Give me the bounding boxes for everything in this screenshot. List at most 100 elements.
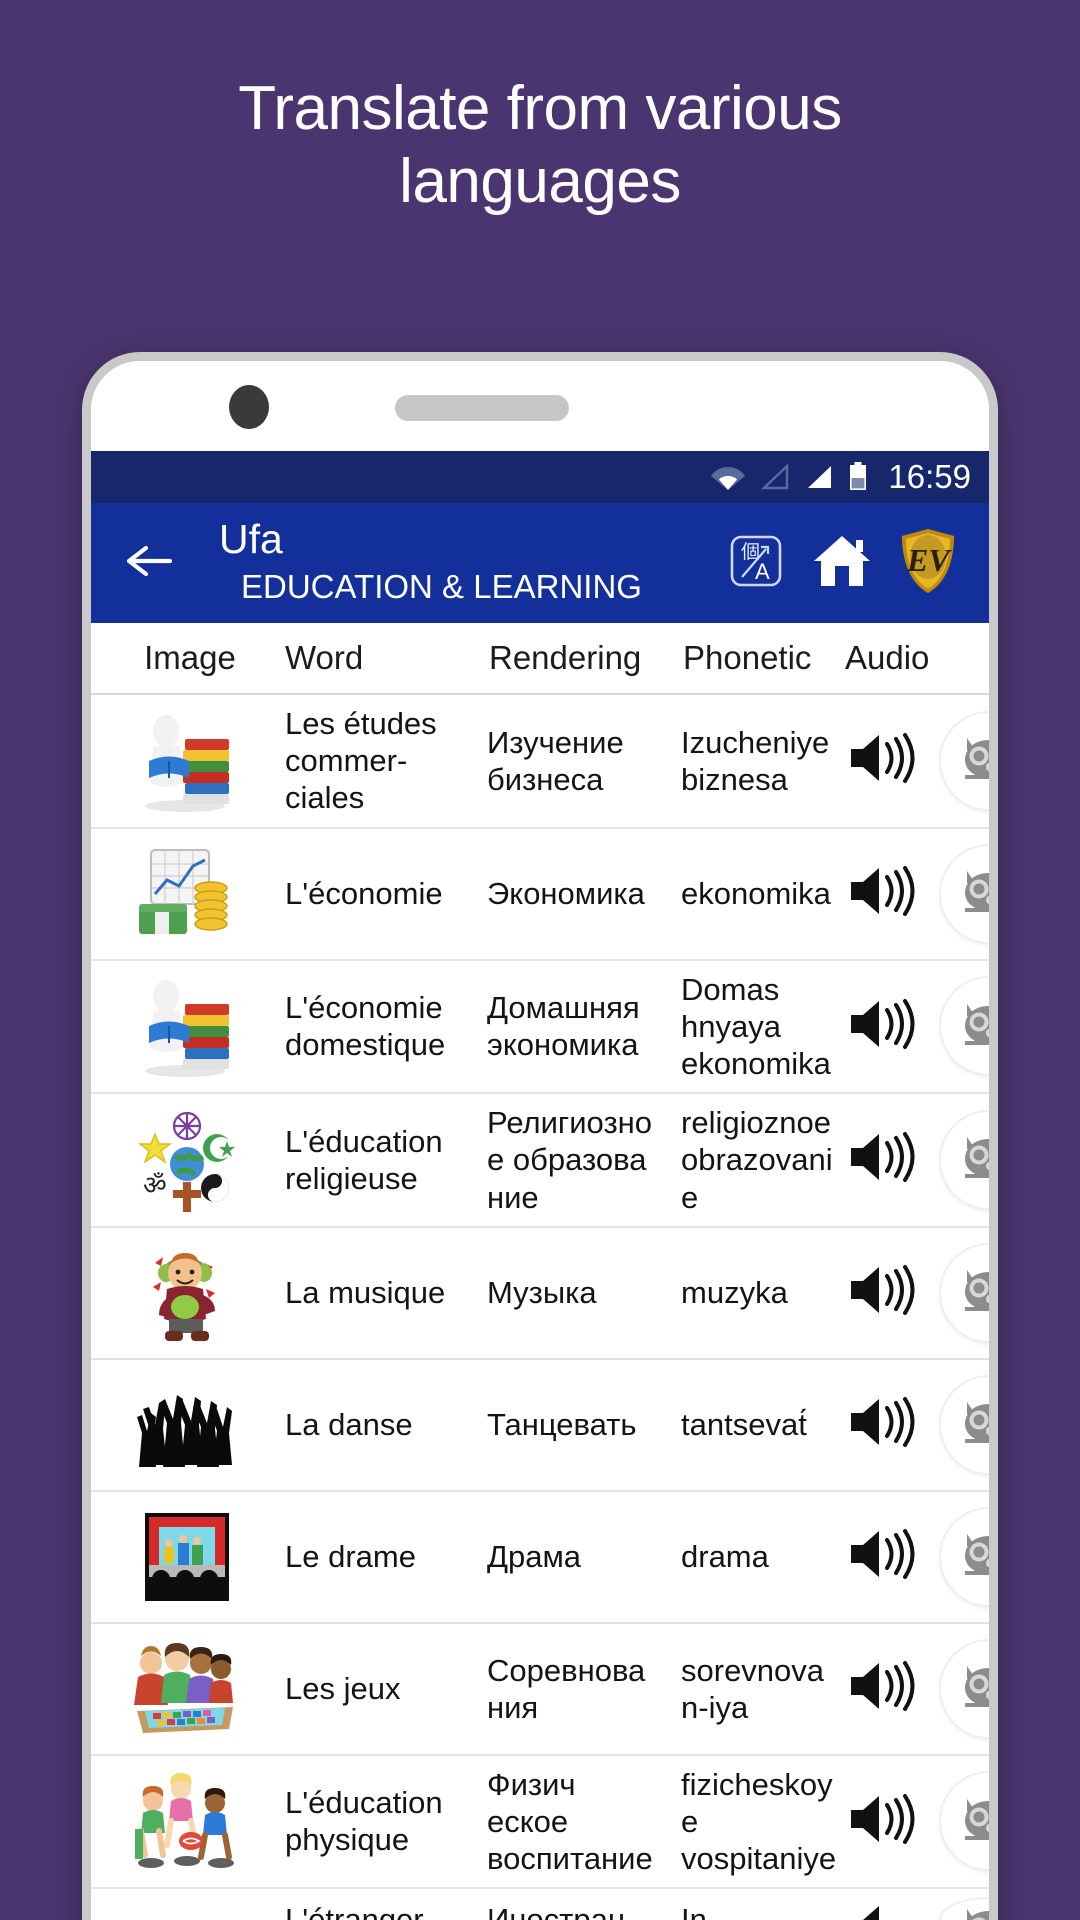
home-icon [811, 532, 873, 595]
phone-screen: 16:59 Ufa EDUCATION & LEARNING 個 A EV Im… [91, 361, 989, 1920]
owl-button-cell[interactable] [941, 845, 989, 942]
play-audio-button[interactable] [841, 861, 941, 926]
table-row[interactable]: Les jeux Соревнова ния sorevnovan-iya [91, 1624, 989, 1756]
table-row[interactable]: La musique Музыка muzyka [91, 1228, 989, 1360]
vocabulary-table: Les études commer-ciales Изучение бизнес… [91, 695, 989, 1920]
cell-word: La danse [285, 1407, 413, 1443]
back-button[interactable] [113, 526, 187, 600]
owl-icon [961, 1795, 989, 1848]
play-audio-button[interactable] [841, 1656, 941, 1721]
dictionary-owl-button[interactable] [941, 1640, 989, 1737]
play-audio-button[interactable] [841, 1127, 941, 1192]
speaker-icon [845, 1524, 917, 1589]
play-audio-button[interactable] [841, 728, 941, 793]
svg-text:EV: EV [906, 542, 952, 578]
speaker-icon [845, 1127, 917, 1192]
play-audio-button[interactable] [841, 1789, 941, 1854]
play-audio-button[interactable] [841, 994, 941, 1059]
cell-rendering: Изучение бизнеса [487, 724, 624, 797]
dictionary-owl-button[interactable] [941, 1508, 989, 1605]
table-row[interactable]: La danse Танцевать tantsevat́ [91, 1360, 989, 1492]
cell-phonetic: sorevnovan-iya [681, 1652, 825, 1725]
person-reading-books-icon [97, 971, 277, 1081]
svg-text:ॐ: ॐ [143, 1171, 167, 1201]
dictionary-owl-button[interactable] [941, 1899, 989, 1920]
table-row[interactable]: L'éducation physique Физич еское воспита… [91, 1756, 989, 1890]
cell-phonetic: ekonomika [681, 875, 831, 911]
cell-word: Les études commer-ciales [285, 706, 437, 816]
cell-word: Les jeux [285, 1671, 401, 1707]
table-row[interactable]: Le drame Драма drama [91, 1492, 989, 1624]
table-row[interactable]: Les études commer-ciales Изучение бизнес… [91, 695, 989, 829]
cell-rendering: Домашняя экономика [487, 990, 640, 1063]
play-audio-button[interactable] [841, 1392, 941, 1457]
table-row[interactable]: ॐ L'éducation religieuse Религиозное обр… [91, 1094, 989, 1228]
owl-icon [961, 1000, 989, 1053]
speaker-icon [845, 1656, 917, 1721]
speaker-icon [845, 1392, 917, 1457]
page-title: Ufa [219, 515, 283, 562]
dictionary-owl-button[interactable] [941, 1376, 989, 1473]
chart-money-coins-icon [97, 839, 277, 949]
dictionary-owl-button[interactable] [941, 978, 989, 1075]
cell-rendering: Танцевать [487, 1407, 637, 1443]
table-row[interactable]: L'économie Экономика ekonomika [91, 829, 989, 961]
owl-button-cell[interactable] [941, 978, 989, 1075]
owl-icon [961, 1530, 989, 1583]
cell-word: La musique [285, 1275, 446, 1311]
owl-icon [961, 867, 989, 920]
play-audio-button[interactable] [841, 1260, 941, 1325]
home-button[interactable] [799, 520, 885, 606]
cell-phonetic: In- [681, 1902, 718, 1920]
owl-button-cell[interactable] [941, 712, 989, 809]
speaker-icon [845, 728, 917, 793]
android-status-bar: 16:59 [91, 451, 989, 503]
owl-button-cell[interactable] [941, 1773, 989, 1870]
children-board-game-icon [97, 1634, 277, 1744]
dictionary-owl-button[interactable] [941, 1244, 989, 1341]
play-audio-button[interactable] [841, 1899, 941, 1920]
owl-button-cell[interactable] [941, 1376, 989, 1473]
owl-button-cell[interactable] [941, 1111, 989, 1208]
cell-word: L'éducation physique [285, 1785, 443, 1858]
back-arrow-icon [124, 541, 176, 586]
dancing-silhouettes-icon [97, 1370, 277, 1480]
cell-word: L'éducation religieuse [285, 1123, 443, 1196]
cell-phonetic: fizicheskoye vospitaniye [681, 1766, 837, 1877]
speaker-icon [845, 861, 917, 926]
cell-rendering: Физич еское воспитание [487, 1766, 653, 1877]
svg-text:A: A [755, 559, 770, 584]
dictionary-owl-button[interactable] [941, 712, 989, 809]
owl-icon [961, 1398, 989, 1451]
column-header-image: Image [144, 639, 236, 676]
owl-icon [961, 1662, 989, 1715]
religion-symbols-globe-icon: ॐ [97, 1105, 277, 1215]
play-audio-button[interactable] [841, 1524, 941, 1589]
cell-rendering: Религиозное образова ние [487, 1105, 653, 1215]
owl-button-cell[interactable] [941, 1899, 989, 1920]
dictionary-owl-button[interactable] [941, 845, 989, 942]
dictionary-owl-button[interactable] [941, 1773, 989, 1870]
signal-full-icon [804, 463, 834, 491]
table-row[interactable]: L'économie domestique Домашняя экономика… [91, 961, 989, 1095]
owl-icon [961, 1133, 989, 1186]
status-bar-time: 16:59 [888, 458, 971, 495]
cell-rendering: Иностран [487, 1902, 625, 1920]
promo-headline: Translate from various languages [238, 74, 842, 217]
speaker-icon [845, 994, 917, 1059]
app-toolbar: Ufa EDUCATION & LEARNING 個 A EV [91, 503, 989, 623]
owl-button-cell[interactable] [941, 1508, 989, 1605]
ev-shield-logo-icon: EV [899, 527, 957, 600]
owl-button-cell[interactable] [941, 1244, 989, 1341]
cell-word: Le drame [285, 1539, 416, 1575]
owl-button-cell[interactable] [941, 1640, 989, 1737]
cell-rendering: Музыка [487, 1275, 597, 1311]
dictionary-owl-button[interactable] [941, 1111, 989, 1208]
translate-button[interactable]: 個 A [713, 520, 799, 606]
table-row[interactable]: L'étranger Иностран In- [91, 1889, 989, 1920]
battery-icon [848, 462, 868, 492]
app-logo-button[interactable]: EV [885, 520, 971, 606]
column-header-word: Word [285, 639, 364, 676]
cell-word: L'économie [285, 875, 443, 911]
toolbar-titles: Ufa EDUCATION & LEARNING [187, 515, 713, 607]
